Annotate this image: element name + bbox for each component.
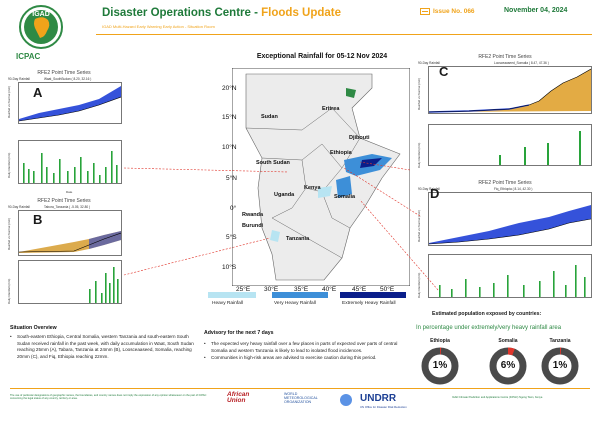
situation-title: Situation Overview	[10, 325, 57, 331]
advisory-bullet: Communities in high-risk areas are advis…	[204, 355, 410, 362]
situation-bullet: South-eastern Ethiopia, Central Somalia,…	[10, 334, 194, 360]
advisory-title: Advisory for the next 7 days	[204, 330, 274, 336]
population-title: Estimated population exposed by countrie…	[432, 311, 542, 317]
donut-country: Somalia	[498, 338, 518, 344]
footer-disclaimer: The use of particular designations of ge…	[10, 394, 207, 401]
donut-value: 1%	[432, 360, 448, 371]
advisory-bullets: The expected very heavy rainfall over a …	[204, 341, 410, 363]
un-emblem-icon	[340, 394, 352, 406]
wmo-logo: WORLD METEOROLOGICAL ORGANIZATION	[284, 392, 318, 404]
advisory-bullet: The expected very heavy rainfall over a …	[204, 341, 410, 354]
donut-value: 6%	[500, 360, 516, 371]
african-union-logo: African Union	[227, 391, 250, 404]
donut-country: Tanzania	[549, 338, 571, 344]
undrr-subtitle: UN Office for Disaster Risk Reduction	[360, 405, 407, 409]
undrr-logo: UNDRR	[360, 393, 397, 404]
footer-divider	[10, 388, 590, 389]
population-subtitle: In percentage under extremely/very heavy…	[416, 325, 562, 331]
donut-value: 1%	[552, 360, 568, 371]
situation-bullets: South-eastern Ethiopia, Central Somalia,…	[10, 334, 194, 361]
footer-contact: IGAD Climate Prediction and Applications…	[452, 396, 543, 399]
donut-country: Ethiopia	[430, 338, 450, 344]
